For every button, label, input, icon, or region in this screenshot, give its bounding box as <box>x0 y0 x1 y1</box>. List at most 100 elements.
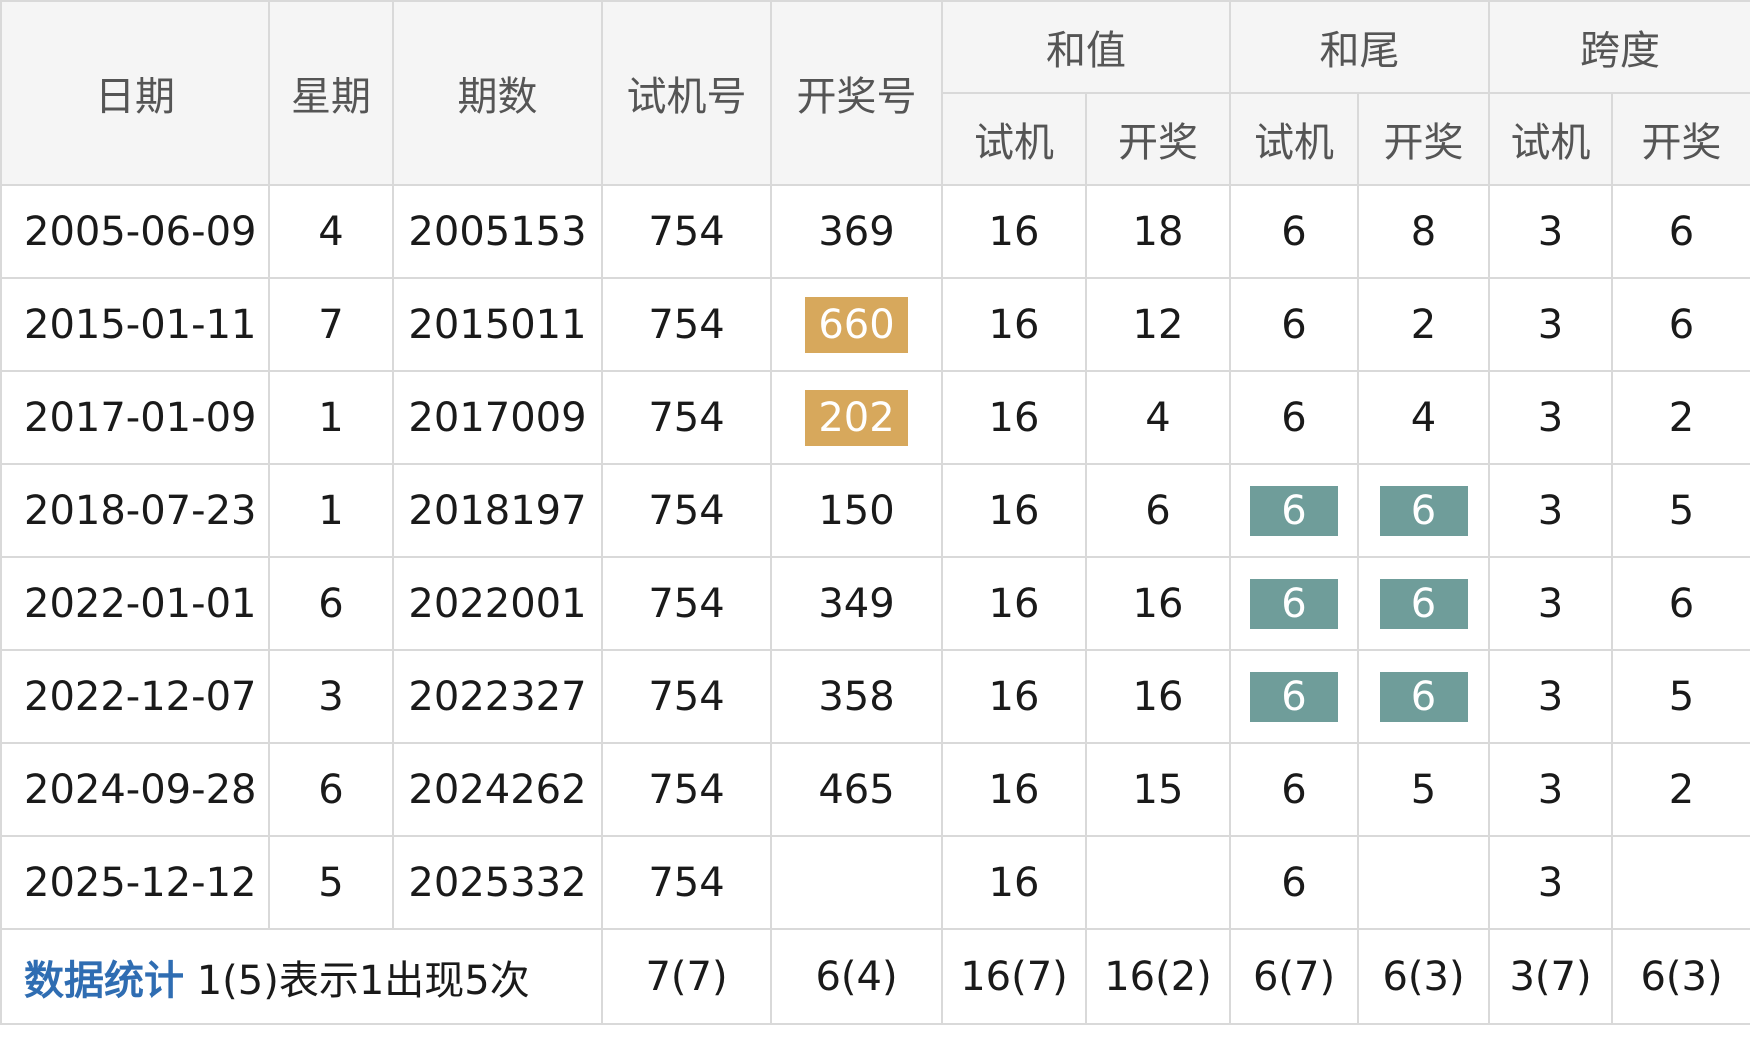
draw-number-cell: 369 <box>770 184 943 279</box>
header-weekday: 星期 <box>268 0 394 186</box>
table-row: 2015-01-11 7 2015011 754 660 16 12 6 2 3… <box>0 277 1750 372</box>
span-trial-cell: 3 <box>1488 184 1613 279</box>
draw-number-cell: 465 <box>770 742 943 837</box>
header-span-group: 跨度 <box>1488 0 1750 94</box>
span-draw-cell: 6 <box>1611 277 1750 372</box>
tail-draw-cell: 5 <box>1357 742 1490 837</box>
sum-trial-cell: 16 <box>941 742 1087 837</box>
header-tail-group: 和尾 <box>1229 0 1490 94</box>
trial-number-cell: 754 <box>601 649 772 744</box>
header-sum-group: 和值 <box>941 0 1231 94</box>
sum-draw-cell: 16 <box>1085 649 1231 744</box>
trial-number-cell: 754 <box>601 742 772 837</box>
draw-number-cell: 660 <box>770 277 943 372</box>
table-row: 2022-01-01 6 2022001 754 349 16 16 6 6 3… <box>0 556 1750 651</box>
trial-number-cell: 754 <box>601 370 772 465</box>
draw-number-cell: 150 <box>770 463 943 558</box>
weekday-cell: 5 <box>268 835 394 930</box>
stat-sum-trial: 16(7) <box>941 928 1087 1025</box>
stat-span-trial: 3(7) <box>1488 928 1613 1025</box>
weekday-cell: 4 <box>268 184 394 279</box>
date-cell: 2022-12-07 <box>0 649 270 744</box>
tail-trial-cell: 6 <box>1229 184 1359 279</box>
span-draw-cell: 2 <box>1611 370 1750 465</box>
issue-cell: 2025332 <box>392 835 603 930</box>
trial-number-cell: 754 <box>601 184 772 279</box>
date-cell: 2024-09-28 <box>0 742 270 837</box>
tail-draw-cell: 4 <box>1357 370 1490 465</box>
weekday-cell: 6 <box>268 742 394 837</box>
statistics-row: 数据统计 1(5)表示1出现5次 7(7) 6(4) 16(7) 16(2) 6… <box>0 928 1750 1025</box>
weekday-cell: 1 <box>268 370 394 465</box>
sum-draw-cell: 6 <box>1085 463 1231 558</box>
date-cell: 2017-01-09 <box>0 370 270 465</box>
trial-number-cell: 754 <box>601 835 772 930</box>
table-row: 2024-09-28 6 2024262 754 465 16 15 6 5 3… <box>0 742 1750 837</box>
date-cell: 2018-07-23 <box>0 463 270 558</box>
table-row: 2017-01-09 1 2017009 754 202 16 4 6 4 3 … <box>0 370 1750 465</box>
sum-draw-cell: 4 <box>1085 370 1231 465</box>
statistics-label-cell: 数据统计 1(5)表示1出现5次 <box>0 928 603 1025</box>
statistics-title: 数据统计 <box>24 957 184 1004</box>
span-trial-cell: 3 <box>1488 277 1613 372</box>
tail-trial-badge: 6 <box>1250 671 1338 722</box>
sum-draw-cell: 18 <box>1085 184 1231 279</box>
tail-trial-cell: 6 <box>1229 463 1359 558</box>
tail-trial-cell: 6 <box>1229 370 1359 465</box>
weekday-cell: 1 <box>268 463 394 558</box>
sum-trial-cell: 16 <box>941 184 1087 279</box>
issue-cell: 2022327 <box>392 649 603 744</box>
sum-trial-cell: 16 <box>941 649 1087 744</box>
table-row: 2025-12-12 5 2025332 754 16 6 3 <box>0 835 1750 930</box>
issue-cell: 2024262 <box>392 742 603 837</box>
sum-trial-cell: 16 <box>941 277 1087 372</box>
tail-trial-badge: 6 <box>1250 485 1338 536</box>
tail-trial-cell: 6 <box>1229 277 1359 372</box>
header-date: 日期 <box>0 0 270 186</box>
span-trial-cell: 3 <box>1488 556 1613 651</box>
sum-draw-cell: 16 <box>1085 556 1231 651</box>
issue-cell: 2018197 <box>392 463 603 558</box>
draw-number-badge: 202 <box>805 389 908 446</box>
header-span-trial: 试机 <box>1488 92 1613 186</box>
span-trial-cell: 3 <box>1488 742 1613 837</box>
span-draw-cell: 5 <box>1611 649 1750 744</box>
statistics-legend: 1(5)表示1出现5次 <box>196 957 530 1004</box>
weekday-cell: 7 <box>268 277 394 372</box>
tail-trial-badge: 6 <box>1250 578 1338 629</box>
header-tail-draw: 开奖 <box>1357 92 1490 186</box>
sum-draw-cell: 12 <box>1085 277 1231 372</box>
span-draw-cell: 6 <box>1611 556 1750 651</box>
header-issue: 期数 <box>392 0 603 186</box>
stat-trial-number: 7(7) <box>601 928 772 1025</box>
draw-number-cell: 349 <box>770 556 943 651</box>
span-trial-cell: 3 <box>1488 463 1613 558</box>
header-sum-trial: 试机 <box>941 92 1087 186</box>
table-row: 2022-12-07 3 2022327 754 358 16 16 6 6 3… <box>0 649 1750 744</box>
stat-span-draw: 6(3) <box>1611 928 1750 1025</box>
span-draw-cell: 6 <box>1611 184 1750 279</box>
stat-draw-number: 6(4) <box>770 928 943 1025</box>
header-trial-number: 试机号 <box>601 0 772 186</box>
date-cell: 2025-12-12 <box>0 835 270 930</box>
header-sum-draw: 开奖 <box>1085 92 1231 186</box>
span-draw-cell: 5 <box>1611 463 1750 558</box>
issue-cell: 2017009 <box>392 370 603 465</box>
tail-draw-cell: 8 <box>1357 184 1490 279</box>
trial-number-cell: 754 <box>601 277 772 372</box>
span-trial-cell: 3 <box>1488 649 1613 744</box>
tail-draw-badge: 6 <box>1379 485 1468 536</box>
table-row: 2005-06-09 4 2005153 754 369 16 18 6 8 3… <box>0 184 1750 279</box>
span-draw-cell <box>1611 835 1750 930</box>
tail-trial-cell: 6 <box>1229 742 1359 837</box>
date-cell: 2005-06-09 <box>0 184 270 279</box>
issue-cell: 2015011 <box>392 277 603 372</box>
lottery-trial-table: 日期 星期 期数 试机号 开奖号 和值 和尾 跨度 试机 开奖 试机 开奖 试机… <box>0 0 1750 1025</box>
tail-draw-cell: 2 <box>1357 277 1490 372</box>
stat-sum-draw: 16(2) <box>1085 928 1231 1025</box>
span-trial-cell: 3 <box>1488 370 1613 465</box>
sum-draw-cell <box>1085 835 1231 930</box>
tail-draw-badge: 6 <box>1379 578 1468 629</box>
span-trial-cell: 3 <box>1488 835 1613 930</box>
tail-draw-cell: 6 <box>1357 649 1490 744</box>
